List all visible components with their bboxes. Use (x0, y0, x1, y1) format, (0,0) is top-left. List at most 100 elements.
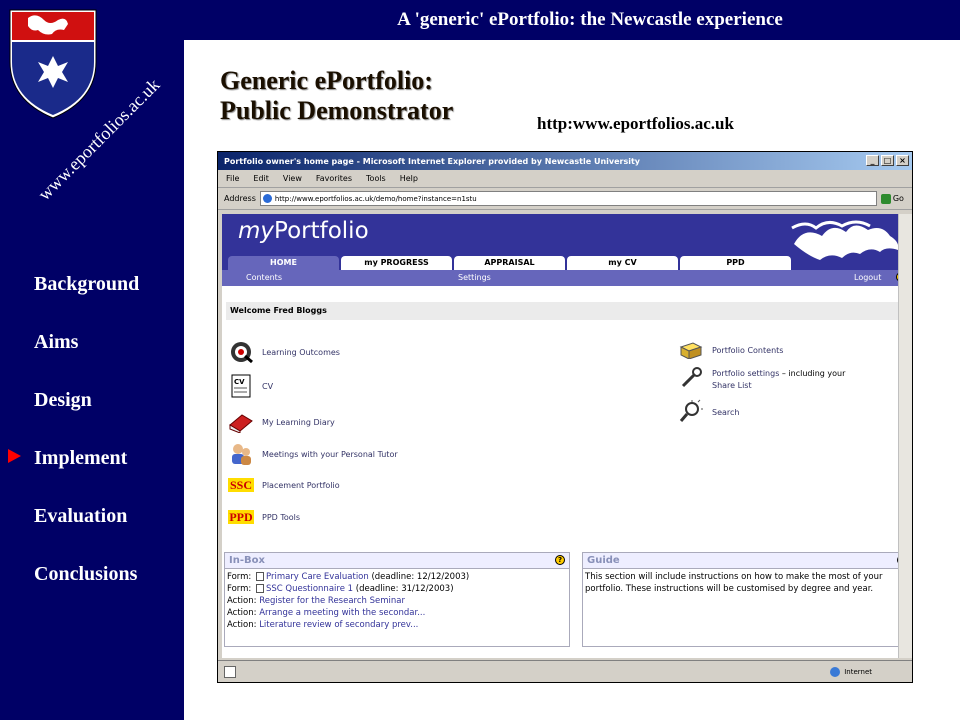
page-heading: Generic ePortfolio: Public Demonstrator (220, 66, 453, 126)
inbox-item-link[interactable]: Literature review of secondary prev... (259, 620, 418, 630)
logout-link[interactable]: Logout (854, 273, 881, 282)
welcome-bar: Welcome Fred Bloggs (226, 302, 909, 320)
form-document-icon (255, 584, 264, 593)
minimize-icon[interactable]: _ (866, 155, 879, 166)
globe-icon (830, 666, 841, 677)
tab-appraisal[interactable]: APPRAISAL (454, 256, 565, 270)
inbox-item-kind: Form: (227, 572, 252, 582)
inbox-item: Form: SSC Questionnaire 1 (deadline: 31/… (227, 583, 569, 595)
portfolio-contents-link[interactable]: Portfolio Contents (678, 338, 783, 362)
inbox-item-link[interactable]: Arrange a meeting with the secondar... (259, 608, 425, 618)
browser-window: Portfolio owner's home page - Microsoft … (217, 151, 913, 683)
myportfolio-logo: myPortfolio (238, 218, 369, 244)
inbox-panel: In-Box ? Form: Primary Care Evaluation (… (224, 552, 570, 647)
nav-aims[interactable]: Aims (34, 330, 139, 388)
menu-file[interactable]: File (226, 174, 239, 183)
nav-design[interactable]: Design (34, 388, 139, 446)
slide-nav: Background Aims Design Implement Evaluat… (34, 272, 139, 620)
address-value: http://www.eportfolios.ac.uk/demo/home?i… (274, 194, 477, 203)
ppd-tools-link[interactable]: PPD PPD Tools (228, 510, 300, 524)
contents-link[interactable]: Contents (246, 273, 282, 282)
menubar: File Edit View Favorites Tools Help (218, 170, 912, 188)
lion-emblem-icon (791, 220, 899, 260)
folder-box-icon (678, 338, 704, 362)
learning-diary-label: My Learning Diary (262, 417, 335, 427)
inbox-item: Action: Literature review of secondary p… (227, 619, 569, 631)
maximize-icon[interactable]: □ (881, 155, 894, 166)
tab-ppd[interactable]: PPD (680, 256, 791, 270)
nav-background[interactable]: Background (34, 272, 139, 330)
inbox-item: Action: Arrange a meeting with the secon… (227, 607, 569, 619)
learning-outcomes-label: Learning Outcomes (262, 347, 340, 357)
addressbar: Address http://www.eportfolios.ac.uk/dem… (218, 188, 912, 210)
inbox-item-kind: Form: (227, 584, 252, 594)
inbox-list: Form: Primary Care Evaluation (deadline:… (225, 569, 569, 631)
menu-help[interactable]: Help (400, 174, 418, 183)
inbox-item-link[interactable]: SSC Questionnaire 1 (266, 584, 353, 594)
logo-suffix: Portfolio (274, 218, 369, 244)
address-input[interactable]: http://www.eportfolios.ac.uk/demo/home?i… (259, 191, 877, 206)
tab-my-progress[interactable]: my PROGRESS (341, 256, 452, 270)
cv-label: CV (262, 381, 274, 391)
inbox-item-note: (deadline: 12/12/2003) (368, 572, 470, 582)
personal-tutor-label: Meetings with your Personal Tutor (262, 449, 398, 459)
guide-panel: Guide ? This section will include instru… (582, 552, 912, 647)
logo-prefix: my (238, 218, 275, 244)
nav-implement[interactable]: Implement (34, 446, 139, 504)
menu-tools[interactable]: Tools (366, 174, 386, 183)
close-icon[interactable]: × (896, 155, 909, 166)
nav-evaluation[interactable]: Evaluation (34, 504, 139, 562)
placement-portfolio-link[interactable]: SSC Placement Portfolio (228, 478, 340, 492)
search-label: Search (712, 407, 740, 417)
menu-edit[interactable]: Edit (253, 174, 269, 183)
guide-header: Guide ? (583, 553, 911, 569)
myportfolio-banner: myPortfolio (222, 214, 912, 260)
inbox-header: In-Box ? (225, 553, 569, 569)
share-list-label: Share List (712, 381, 752, 390)
statusbar: Internet (218, 660, 912, 682)
status-zone: Internet (830, 666, 872, 677)
diary-book-icon (228, 410, 254, 434)
menu-view[interactable]: View (283, 174, 302, 183)
cv-link[interactable]: CV CV (228, 374, 273, 398)
inbox-item-link[interactable]: Register for the Research Seminar (259, 596, 405, 606)
learning-outcomes-link[interactable]: Learning Outcomes (228, 340, 340, 364)
go-button[interactable]: Go (880, 193, 904, 204)
search-link[interactable]: Search (678, 399, 740, 424)
portfolio-settings-label: Portfolio settings (712, 369, 780, 378)
svg-text:CV: CV (234, 378, 245, 386)
nav-conclusions[interactable]: Conclusions (34, 562, 139, 620)
ie-page-icon (262, 194, 272, 203)
status-zone-label: Internet (844, 667, 872, 676)
learning-diary-link[interactable]: My Learning Diary (228, 410, 335, 434)
magnifier-icon (678, 399, 704, 424)
inbox-item-kind: Action: (227, 620, 257, 630)
tab-my-cv[interactable]: my CV (567, 256, 678, 270)
settings-link[interactable]: Settings (458, 273, 491, 282)
menu-favorites[interactable]: Favorites (316, 174, 352, 183)
people-icon (228, 442, 254, 466)
personal-tutor-link[interactable]: Meetings with your Personal Tutor (228, 442, 398, 466)
slide-title: A 'generic' ePortfolio: the Newcastle ex… (397, 9, 783, 30)
tab-home[interactable]: HOME (228, 256, 339, 270)
inbox-item-link[interactable]: Primary Care Evaluation (266, 572, 369, 582)
wrench-icon (678, 366, 704, 390)
portfolio-settings-link[interactable]: Portfolio settings – including your Shar… (678, 366, 845, 392)
current-section-marker-icon (8, 449, 21, 463)
inbox-help-icon[interactable]: ? (555, 555, 565, 565)
address-label: Address (224, 194, 256, 203)
portfolio-contents-label: Portfolio Contents (712, 345, 784, 355)
page-content: myPortfolio HOME my PROGRESS APPRAISAL m… (222, 214, 912, 658)
inbox-title: In-Box (229, 555, 265, 566)
ppd-icon: PPD (228, 510, 254, 524)
inbox-item-kind: Action: (227, 596, 257, 606)
vertical-scrollbar[interactable] (898, 214, 912, 658)
form-document-icon (255, 572, 264, 581)
browser-titlebar: Portfolio owner's home page - Microsoft … (218, 152, 912, 170)
sub-navigation: Contents Settings Logout ? (222, 270, 912, 286)
inbox-item-note: (deadline: 31/12/2003) (353, 584, 454, 594)
page-status-icon (224, 665, 236, 678)
guide-title: Guide (587, 555, 620, 566)
go-arrow-icon (880, 193, 891, 204)
inbox-item-kind: Action: (227, 608, 257, 618)
